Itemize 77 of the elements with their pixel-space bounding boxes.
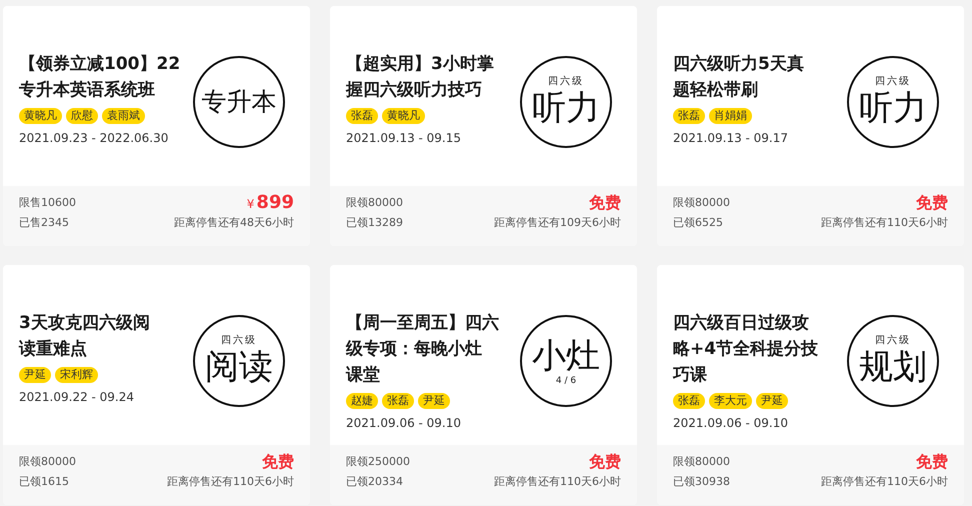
- course-date: 2021.09.13 - 09.15: [346, 131, 462, 145]
- course-date: 2021.09.06 - 09.10: [346, 416, 462, 430]
- course-title: 3天攻克四六级阅: [19, 312, 150, 335]
- course-card[interactable]: 四六级百日过级攻 略+4节全科提分技 巧课 张磊 李大元 尹延 2021.09.06 - 09.10 四六级 规划 限领80000 已领30938 免费 距离停售还有110天6小时: [657, 265, 964, 505]
- free-label: 免费: [916, 196, 948, 210]
- quota-text: 限领80000: [346, 196, 403, 210]
- free-label: 免费: [916, 455, 948, 469]
- countdown-text: 距离停售还有110天6小时: [494, 475, 621, 489]
- sold-count: 已领6525: [673, 216, 724, 230]
- course-title: 握四六级听力技巧: [346, 79, 483, 102]
- course-title: 略+4节全科提分技: [673, 338, 818, 361]
- teacher-tag: 黄晓凡: [19, 108, 62, 124]
- course-title: 级专项：每晚小灶: [346, 338, 483, 361]
- sold-count: 已领1615: [19, 475, 70, 489]
- free-label: 免费: [262, 455, 294, 469]
- quota-text: 限领80000: [19, 455, 76, 469]
- course-card[interactable]: 【领券立减100】22 专升本英语系统班 黄晓凡 欣慰 袁雨斌 2021.09.23 - 2022.06.30 专升本 限售10600 已售2345 ¥899 距离停售还有48天6小时: [3, 6, 310, 246]
- teacher-tag: 赵婕: [346, 393, 378, 409]
- teacher-tag: 欣慰: [66, 108, 98, 124]
- emblem-title: 专升本: [202, 86, 276, 118]
- course-card[interactable]: 四六级听力5天真 题轻松带刷 张磊 肖娟娟 2021.09.13 - 09.17 四六级 听力 限领80000 已领6525 免费 距离停售还有110天6小时: [657, 6, 964, 246]
- free-label: 免费: [589, 196, 621, 210]
- teacher-tag: 尹延: [756, 393, 788, 409]
- teacher-tag: 黄晓凡: [382, 108, 425, 124]
- emblem-title: 小灶: [532, 336, 600, 376]
- teacher-tag: 张磊: [673, 393, 705, 409]
- sold-count: 已售2345: [19, 216, 70, 230]
- emblem-title: 听力: [532, 88, 600, 128]
- teacher-tag: 肖娟娟: [709, 108, 752, 124]
- course-title: 四六级百日过级攻: [673, 312, 810, 335]
- countdown-text: 距离停售还有48天6小时: [174, 216, 294, 230]
- emblem-label: 四六级: [875, 76, 911, 88]
- course-title: 读重难点: [19, 338, 88, 361]
- sold-count: 已领13289: [346, 216, 403, 230]
- currency-sign: ¥: [246, 197, 254, 211]
- countdown-text: 距离停售还有109天6小时: [494, 216, 621, 230]
- teacher-tag: 张磊: [673, 108, 705, 124]
- course-date: 2021.09.22 - 09.24: [19, 390, 136, 404]
- teacher-tag: 张磊: [382, 393, 414, 409]
- teacher-tag: 宋利辉: [55, 367, 98, 383]
- course-date: 2021.09.06 - 09.10: [673, 416, 790, 430]
- teacher-tag: 李大元: [709, 393, 752, 409]
- teacher-tag: 袁雨斌: [102, 108, 145, 124]
- price-amount: 899: [256, 196, 294, 210]
- emblem-title: 阅读: [205, 347, 273, 387]
- course-title: 【超实用】3小时掌: [346, 53, 494, 76]
- course-card[interactable]: 3天攻克四六级阅 读重难点 尹延 宋利辉 2021.09.22 - 09.24 四六级 阅读 限领80000 已领1615 免费 距离停售还有110天6小时: [3, 265, 310, 505]
- countdown-text: 距离停售还有110天6小时: [167, 475, 294, 489]
- course-title: 四六级听力5天真: [673, 53, 804, 76]
- teacher-tag: 尹延: [418, 393, 450, 409]
- course-title: 题轻松带刷: [673, 79, 759, 102]
- course-date: 2021.09.13 - 09.17: [673, 131, 790, 145]
- teacher-tag: 尹延: [19, 367, 51, 383]
- course-title: 巧课: [673, 364, 708, 387]
- emblem-title: 听力: [859, 88, 927, 128]
- course-title: 专升本英语系统班: [19, 79, 156, 102]
- course-title: 课堂: [346, 364, 381, 387]
- emblem-title: 规划: [859, 347, 927, 387]
- emblem-index: 4 / 6: [556, 376, 576, 386]
- teacher-tag: 张磊: [346, 108, 378, 124]
- quota-text: 限领80000: [673, 455, 730, 469]
- course-card[interactable]: 【超实用】3小时掌 握四六级听力技巧 张磊 黄晓凡 2021.09.13 - 09.15 四六级 听力 限领80000 已领13289 免费 距离停售还有109天6小时: [330, 6, 637, 246]
- emblem-label: 四六级: [875, 335, 911, 347]
- countdown-text: 距离停售还有110天6小时: [821, 475, 948, 489]
- emblem-label: 四六级: [548, 76, 584, 88]
- emblem-label: 四六级: [221, 335, 257, 347]
- course-title: 【领券立减100】22: [19, 53, 180, 76]
- sold-count: 已领20334: [346, 475, 404, 489]
- quota-text: 限领80000: [673, 196, 730, 210]
- sold-count: 已领30938: [673, 475, 730, 489]
- course-card[interactable]: 【周一至周五】四六 级专项：每晚小灶 课堂 赵婕 张磊 尹延 2021.09.06 - 09.10 小灶 4 / 6 限领250000 已领20334 免费 距离停售还有110天6小时: [330, 265, 637, 505]
- quota-text: 限领250000: [346, 455, 410, 469]
- quota-text: 限售10600: [19, 196, 76, 210]
- course-date: 2021.09.23 - 2022.06.30: [19, 131, 170, 145]
- course-title: 【周一至周五】四六: [346, 312, 499, 335]
- free-label: 免费: [589, 455, 621, 469]
- countdown-text: 距离停售还有110天6小时: [821, 216, 948, 230]
